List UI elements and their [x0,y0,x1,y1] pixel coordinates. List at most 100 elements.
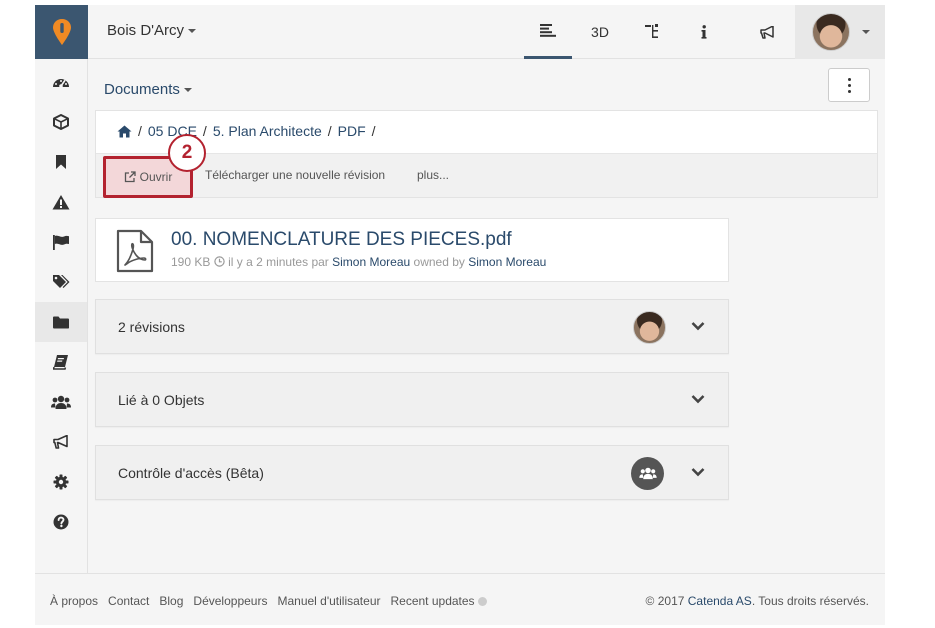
file-time: il y a 2 minutes [228,255,309,269]
footer-link-blog[interactable]: Blog [159,594,183,608]
kebab-dot [847,83,851,87]
owner-link[interactable]: Simon Moreau [468,255,546,269]
file-name[interactable]: 00. NOMENCLATURE DES PIECES.pdf [171,229,512,251]
user-menu[interactable] [795,5,885,59]
bookmark-icon [56,155,66,169]
sidebar-item-library[interactable] [35,342,87,382]
warning-icon [52,195,70,210]
help-icon [53,514,69,530]
footer-link-recent-updates[interactable]: Recent updates [390,594,487,608]
sidebar-item-issues[interactable] [35,182,87,222]
sidebar-item-bookmarks[interactable] [35,142,87,182]
app-window: Bois D'Arcy 3D Documents / 05 DCE / 5. P… [35,5,885,625]
nav-announcements[interactable] [744,5,792,59]
status-dot-icon [477,597,487,607]
footer-link-about[interactable]: À propos [50,594,98,608]
folder-icon [53,316,69,328]
breadcrumb-separator: / [138,123,142,139]
panel-linked-objects[interactable]: Lié à 0 Objets [95,372,729,427]
documents-menu[interactable]: Documents [104,81,192,98]
nav-info[interactable] [680,5,728,59]
sidebar-item-announcements[interactable] [35,422,87,462]
sidebar-item-tags[interactable] [35,262,87,302]
document-actions-bar: Ouvrir Télécharger une nouvelle révision… [96,153,877,198]
tree-icon [645,24,658,38]
sidebar-item-documents[interactable] [35,302,87,342]
panel-title: 2 révisions [118,319,185,335]
by-label: par [311,255,329,269]
panel-title: Lié à 0 Objets [118,392,205,408]
users-icon [51,395,71,409]
megaphone-icon [52,435,68,449]
footer-link-manual[interactable]: Manuel d'utilisateur [277,594,380,608]
main-content: Documents / 05 DCE / 5. Plan Architecte … [88,59,885,573]
file-card: 00. NOMENCLATURE DES PIECES.pdf 190 KB i… [95,218,729,282]
top-bar: Bois D'Arcy 3D [35,5,885,59]
breadcrumb-separator: / [202,123,207,139]
sidebar-item-dashboard[interactable] [35,62,87,102]
megaphone-icon [760,25,774,39]
user-avatar [812,13,850,51]
breadcrumb: / 05 DCE / 5. Plan Architecte / PDF / [117,123,376,139]
group-avatar [631,457,664,490]
footer-link-contact[interactable]: Contact [108,594,149,608]
breadcrumb-item[interactable]: 5. Plan Architecte [213,123,322,139]
caret-down-icon [862,30,870,34]
footer-links: À propos Contact Blog Développeurs Manue… [50,594,487,608]
caret-down-icon [188,29,197,34]
external-link-icon [124,171,136,183]
file-size: 190 KB [171,255,211,269]
sidebar [35,59,88,573]
copyright-suffix: . Tous droits réservés. [751,594,869,608]
panel-access-control[interactable]: Contrôle d'accès (Bêta) [95,445,729,500]
nav-3d[interactable]: 3D [576,5,624,59]
tags-icon [53,275,70,288]
chevron-down-icon [691,322,705,331]
clock-icon [214,256,225,267]
kebab-dot [847,89,851,93]
location-pin-icon [52,19,71,45]
panel-title: Contrôle d'accès (Bêta) [118,465,264,481]
more-options-button[interactable] [828,68,870,102]
step-badge: 2 [168,134,206,172]
footer: À propos Contact Blog Développeurs Manue… [35,573,885,625]
section-title: Documents [104,81,180,98]
flag-icon [53,234,69,250]
app-logo[interactable] [35,5,88,59]
book-icon [53,355,68,370]
gear-icon [53,474,69,490]
recent-updates-label: Recent updates [390,594,475,608]
breadcrumb-card: / 05 DCE / 5. Plan Architecte / PDF / Ou… [95,110,878,198]
copyright: © 2017 Catenda AS. Tous droits réservés. [646,594,869,608]
upload-revision-link[interactable]: Télécharger une nouvelle révision [205,168,385,182]
project-selector[interactable]: Bois D'Arcy [107,22,197,39]
open-button-label: Ouvrir [139,170,173,184]
info-icon [701,25,707,39]
company-link[interactable]: Catenda AS [688,594,752,608]
sidebar-item-members[interactable] [35,382,87,422]
footer-link-developers[interactable]: Développeurs [193,594,267,608]
users-icon [638,467,657,480]
chevron-down-icon [691,395,705,404]
cube-icon [53,114,69,130]
file-meta: 190 KB il y a 2 minutes par Simon Moreau… [171,255,546,269]
breadcrumb-item[interactable]: PDF [338,123,366,139]
panel-revisions[interactable]: 2 révisions [95,299,729,354]
copyright-prefix: © 2017 [645,594,685,608]
kebab-dot [847,77,851,81]
sidebar-item-help[interactable] [35,502,87,542]
chevron-down-icon [691,468,705,477]
more-actions-link[interactable]: plus... [417,168,449,182]
breadcrumb-separator: / [371,123,376,139]
breadcrumb-separator: / [327,123,332,139]
caret-down-icon [183,88,192,93]
home-icon[interactable] [117,125,132,138]
sidebar-item-flags[interactable] [35,222,87,262]
owned-label: owned by [413,255,465,269]
sidebar-item-models[interactable] [35,102,87,142]
author-link[interactable]: Simon Moreau [332,255,410,269]
sidebar-item-settings[interactable] [35,462,87,502]
nav-tree[interactable] [628,5,676,59]
nav-list-view[interactable] [524,5,572,59]
dashboard-icon [53,79,69,88]
